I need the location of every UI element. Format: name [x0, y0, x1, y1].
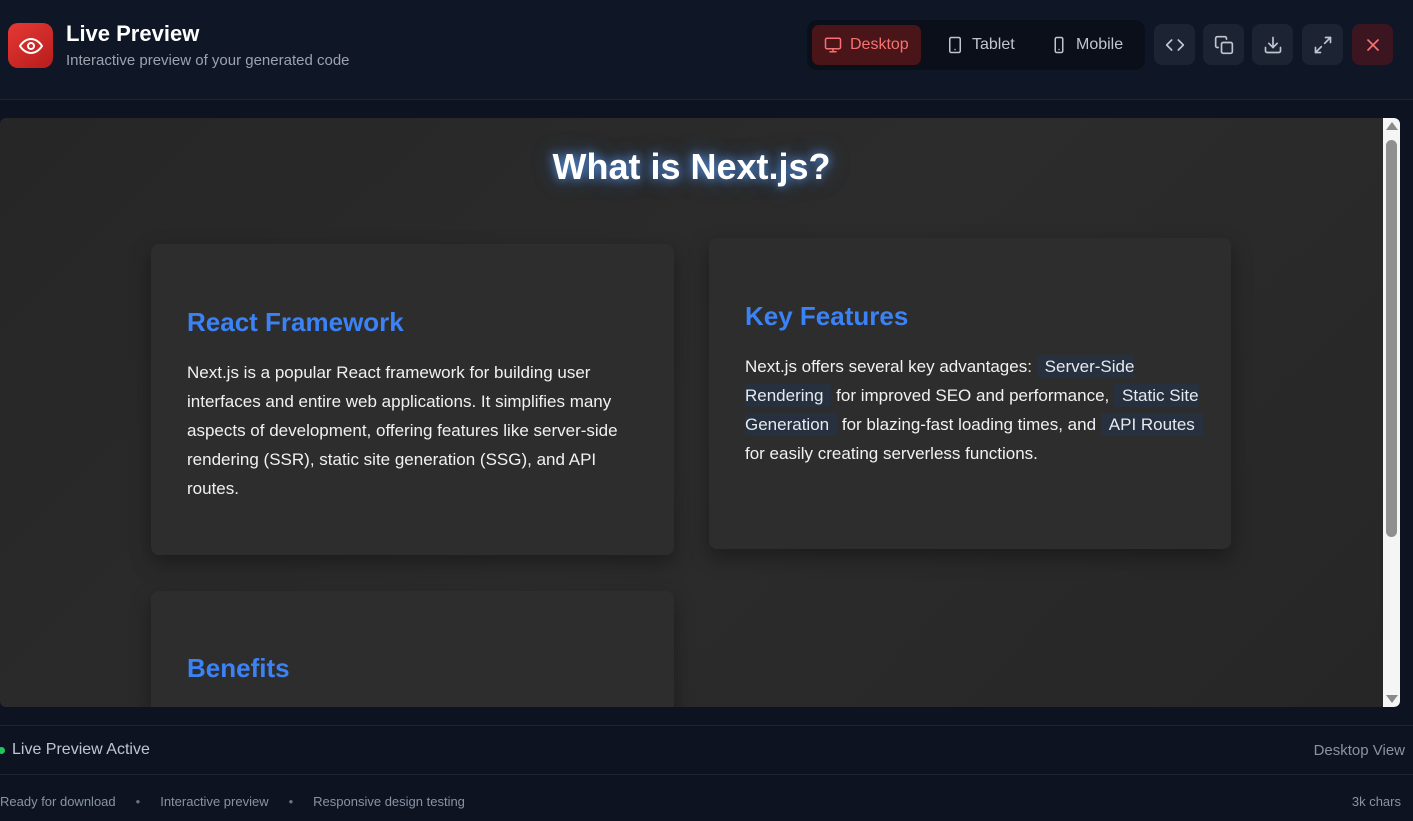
current-view-label: Desktop View	[1313, 742, 1405, 759]
close-icon	[1366, 38, 1379, 51]
status-bar: Live Preview Active Desktop View	[0, 725, 1413, 775]
scrollbar-thumb[interactable]	[1386, 140, 1397, 537]
header: Live Preview Interactive preview of your…	[0, 0, 1413, 100]
copy-icon	[1214, 35, 1233, 54]
body-text: Next.js offers several key advantages:	[745, 357, 1037, 376]
card-key-features: Key Features Next.js offers several key …	[709, 238, 1231, 549]
inline-code: API Routes	[1100, 413, 1203, 436]
body-text: for improved SEO and performance,	[831, 386, 1114, 405]
view-code-button[interactable]	[1154, 24, 1195, 65]
code-icon	[1165, 38, 1184, 51]
scroll-up-arrow-icon[interactable]	[1386, 122, 1398, 130]
device-mode-toggle: Desktop Tablet Mobile	[807, 20, 1145, 70]
char-count: 3k chars	[1351, 794, 1401, 809]
scroll-down-arrow-icon[interactable]	[1386, 695, 1398, 703]
footer-separator: •	[288, 794, 294, 809]
mobile-mode-button[interactable]: Mobile	[1038, 25, 1135, 65]
card-benefits: Benefits	[151, 591, 674, 707]
tablet-icon	[949, 36, 961, 54]
page-heading: What is Next.js?	[552, 146, 831, 187]
body-text: for easily creating serverless functions…	[745, 444, 1038, 463]
app-subtitle: Interactive preview of your generated co…	[66, 52, 350, 69]
download-button[interactable]	[1252, 24, 1293, 65]
footer: Ready for download • Interactive preview…	[0, 776, 1413, 821]
card-body: Next.js offers several key advantages: S…	[745, 352, 1203, 468]
desktop-mode-button[interactable]: Desktop	[812, 25, 921, 65]
card-react-framework: React Framework Next.js is a popular Rea…	[151, 244, 674, 555]
status-indicator-dot	[0, 747, 5, 754]
footer-separator: •	[135, 794, 141, 809]
footer-item: Ready for download	[0, 794, 116, 809]
fullscreen-icon	[1314, 36, 1331, 53]
close-button[interactable]	[1352, 24, 1393, 65]
body-text: for blazing-fast loading times, and	[837, 415, 1101, 434]
preview-scrollbar[interactable]	[1383, 118, 1400, 707]
fullscreen-button[interactable]	[1302, 24, 1343, 65]
footer-item: Interactive preview	[160, 794, 269, 809]
status-text: Live Preview Active	[12, 741, 150, 758]
smartphone-icon	[1054, 36, 1064, 54]
desktop-mode-label: Desktop	[850, 36, 909, 53]
footer-item: Responsive design testing	[313, 794, 465, 809]
eye-icon	[8, 23, 53, 68]
monitor-icon	[824, 37, 842, 53]
card-body: Next.js is a popular React framework for…	[187, 363, 618, 498]
tablet-mode-button[interactable]: Tablet	[934, 25, 1027, 65]
mobile-mode-label: Mobile	[1076, 36, 1124, 53]
tablet-mode-label: Tablet	[972, 36, 1015, 53]
card-title: React Framework	[187, 307, 404, 337]
copy-button[interactable]	[1203, 24, 1244, 65]
card-title: Key Features	[745, 301, 909, 331]
app-title: Live Preview	[66, 21, 200, 46]
preview-frame[interactable]: What is Next.js? React Framework Next.js…	[0, 118, 1400, 707]
download-icon	[1264, 36, 1281, 53]
card-title: Benefits	[187, 653, 290, 683]
